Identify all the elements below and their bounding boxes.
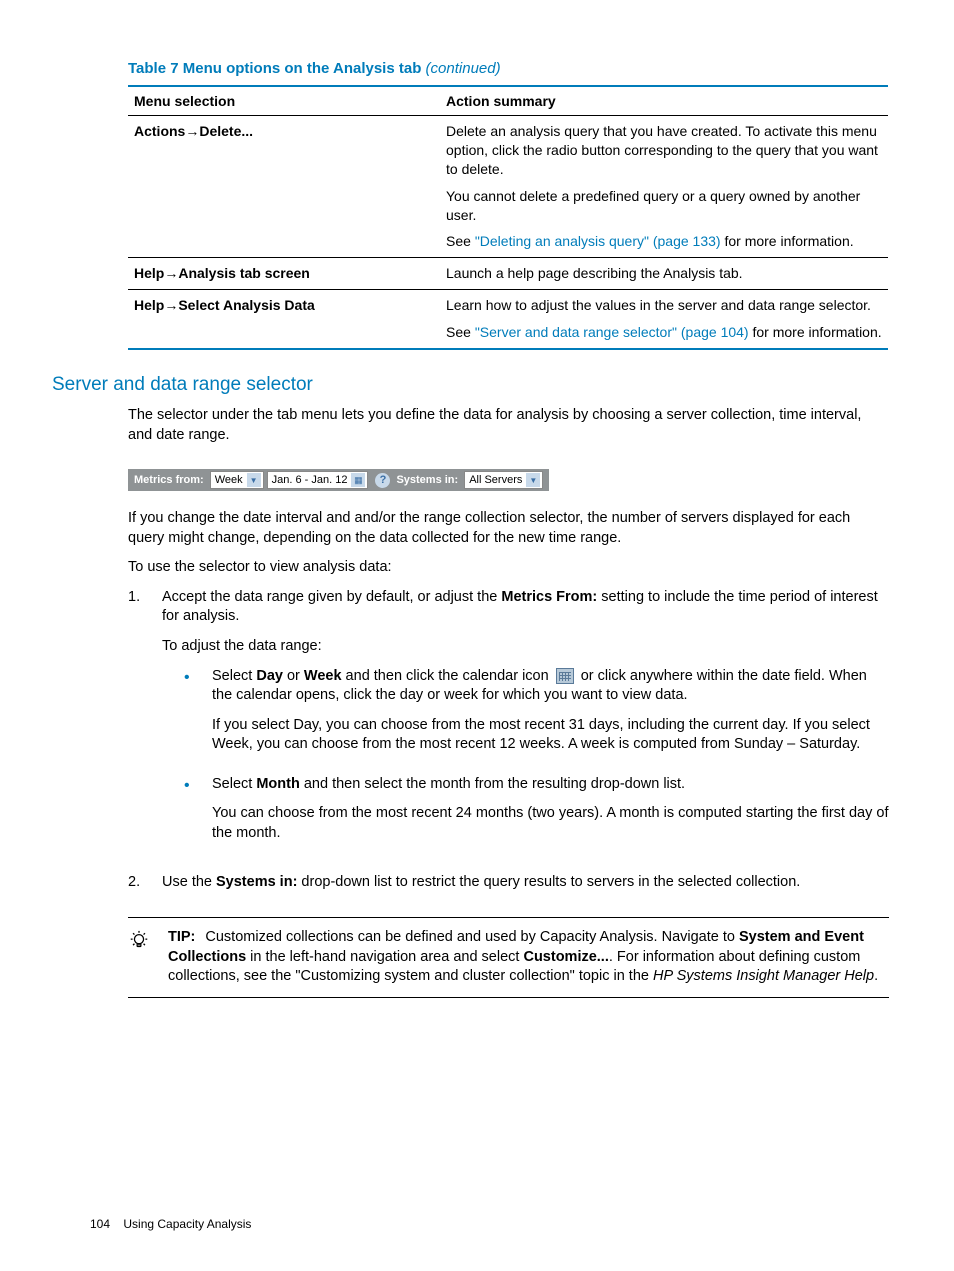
action-summary: Learn how to adjust the values in the se… — [440, 290, 888, 349]
menu-selection: Actions→Delete... — [128, 116, 440, 258]
step-text: To adjust the data range: — [162, 637, 889, 657]
date-range-field[interactable]: Jan. 6 - Jan. 12 ▦ — [267, 471, 369, 489]
interval-value: Week — [215, 474, 243, 486]
bullet-icon: • — [184, 667, 212, 765]
tip-icon — [128, 928, 168, 987]
systems-value: All Servers — [469, 474, 522, 486]
calendar-icon — [556, 668, 574, 684]
intro-paragraph: The selector under the tab menu lets you… — [128, 406, 889, 445]
menu-selection: Help→Analysis tab screen — [128, 258, 440, 290]
tip-label: TIP: — [168, 929, 195, 945]
bullet-text: You can choose from the most recent 24 m… — [212, 804, 889, 843]
ordered-list: 1. Accept the data range given by defaul… — [128, 588, 889, 903]
list-item: 1. Accept the data range given by defaul… — [128, 588, 889, 864]
table-caption-continued: (continued) — [426, 60, 501, 77]
systems-dropdown[interactable]: All Servers ▼ — [464, 471, 543, 489]
page-footer: 104 Using Capacity Analysis — [90, 1217, 251, 1231]
bullet-list: • Select Day or Week and then click the … — [184, 667, 889, 854]
col-header-action: Action summary — [440, 86, 888, 116]
section-heading: Server and data range selector — [52, 374, 889, 396]
menu-options-table: Menu selection Action summary Actions→De… — [128, 85, 888, 350]
table-caption-main: Table 7 Menu options on the Analysis tab — [128, 60, 426, 77]
bullet-icon: • — [184, 775, 212, 854]
chevron-down-icon: ▼ — [247, 473, 261, 487]
step-number: 2. — [128, 873, 162, 903]
metrics-from-label: Metrics from: — [134, 474, 204, 486]
cell-text: See "Server and data range selector" (pa… — [446, 323, 882, 342]
list-item: 2. Use the Systems in: drop-down list to… — [128, 873, 889, 903]
tip-box: TIP:Customized collections can be define… — [128, 917, 889, 998]
table-caption: Table 7 Menu options on the Analysis tab… — [128, 60, 889, 77]
cross-ref-link[interactable]: "Server and data range selector" (page 1… — [475, 324, 749, 340]
date-range-value: Jan. 6 - Jan. 12 — [272, 474, 348, 486]
selector-toolbar: Metrics from: Week ▼ Jan. 6 - Jan. 12 ▦ … — [128, 469, 549, 491]
table-row: Help→Analysis tab screen Launch a help p… — [128, 258, 888, 290]
col-header-menu: Menu selection — [128, 86, 440, 116]
bullet-text: If you select Day, you can choose from t… — [212, 716, 889, 755]
chevron-down-icon: ▼ — [526, 473, 540, 487]
paragraph: To use the selector to view analysis dat… — [128, 558, 889, 578]
interval-dropdown[interactable]: Week ▼ — [210, 471, 264, 489]
list-item: • Select Month and then select the month… — [184, 775, 889, 854]
list-item: • Select Day or Week and then click the … — [184, 667, 889, 765]
cell-text: Delete an analysis query that you have c… — [446, 122, 882, 179]
bullet-text: Select Day or Week and then click the ca… — [212, 667, 889, 706]
calendar-icon[interactable]: ▦ — [351, 473, 365, 487]
table-row: Actions→Delete... Delete an analysis que… — [128, 116, 888, 258]
action-summary: Delete an analysis query that you have c… — [440, 116, 888, 258]
cell-text: Learn how to adjust the values in the se… — [446, 296, 882, 315]
step-number: 1. — [128, 588, 162, 864]
systems-in-label: Systems in: — [396, 474, 458, 486]
bullet-text: Select Month and then select the month f… — [212, 775, 889, 795]
action-summary: Launch a help page describing the Analys… — [440, 258, 888, 290]
page-number: 104 — [90, 1217, 110, 1231]
step-text: Accept the data range given by default, … — [162, 588, 889, 627]
chapter-title: Using Capacity Analysis — [123, 1217, 251, 1231]
step-text: Use the Systems in: drop-down list to re… — [162, 873, 889, 893]
cross-ref-link[interactable]: "Deleting an analysis query" (page 133) — [475, 233, 721, 249]
menu-selection: Help→Select Analysis Data — [128, 290, 440, 349]
table-row: Help→Select Analysis Data Learn how to a… — [128, 290, 888, 349]
cell-text: See "Deleting an analysis query" (page 1… — [446, 232, 882, 251]
paragraph: If you change the date interval and and/… — [128, 509, 889, 548]
cell-text: You cannot delete a predefined query or … — [446, 187, 882, 225]
cell-text: Launch a help page describing the Analys… — [446, 264, 882, 283]
help-icon[interactable]: ? — [375, 473, 390, 488]
tip-text: TIP:Customized collections can be define… — [168, 928, 889, 987]
